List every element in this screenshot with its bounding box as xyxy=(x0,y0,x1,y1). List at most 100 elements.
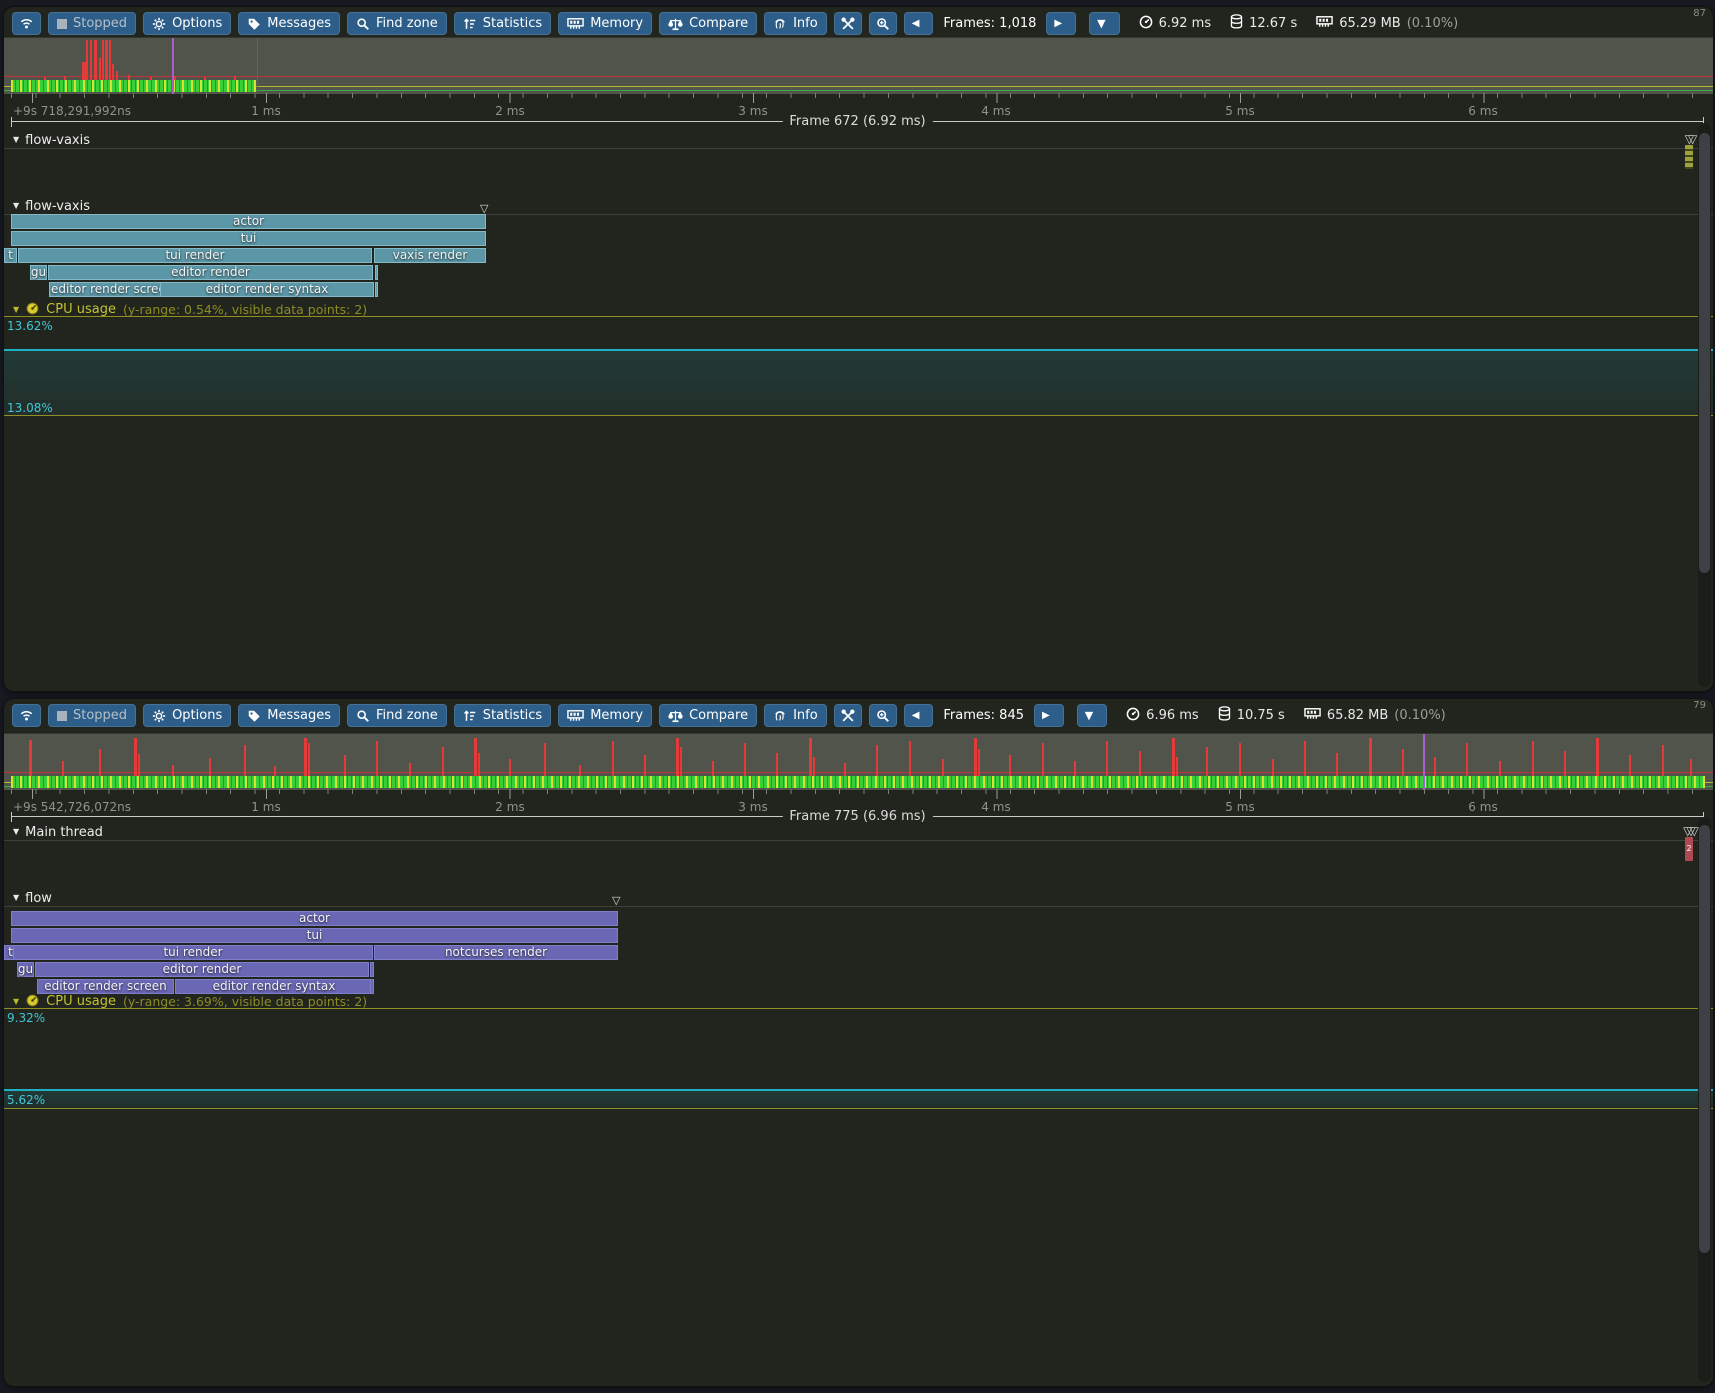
marker-triangles-icon xyxy=(1685,826,1693,836)
zone-sliver[interactable] xyxy=(370,962,374,977)
zone-editor-render-screen[interactable]: editor render screen xyxy=(49,282,161,297)
options-button[interactable]: Options xyxy=(143,12,231,35)
zone-notcurses-render[interactable]: notcurses render xyxy=(374,945,618,960)
zone-vaxis-render[interactable]: vaxis render xyxy=(374,248,486,263)
options-button[interactable]: Options xyxy=(143,704,231,727)
thread-header-1[interactable]: Main thread xyxy=(4,825,1713,841)
thread-header-1[interactable]: flow-vaxis xyxy=(4,133,1713,149)
collapse-triangle-icon xyxy=(13,891,19,906)
cpu-usage-graph[interactable]: 9.32% 5.62% xyxy=(4,1008,1713,1109)
zone-editor-render-syntax[interactable]: editor render syntax xyxy=(175,979,373,994)
cpu-usage-header[interactable]: CPU usage (y-range: 0.54%, visible data … xyxy=(4,303,1713,316)
marker-badge[interactable] xyxy=(1685,145,1693,169)
fps-corner-number: 87 xyxy=(1693,8,1706,19)
zone-sliver[interactable] xyxy=(375,265,378,280)
next-frame-button[interactable] xyxy=(1034,704,1064,727)
frame-time-graph[interactable] xyxy=(4,37,1713,94)
info-button[interactable]: Info xyxy=(764,12,827,35)
collapse-triangle-icon xyxy=(13,825,19,840)
scrollbar-thumb[interactable] xyxy=(1699,133,1710,573)
frame-cursor-purple xyxy=(1423,734,1425,790)
slow-frame-spike xyxy=(644,755,646,776)
zone-tui[interactable]: tui xyxy=(11,231,486,246)
magnifier-plus-icon xyxy=(876,709,890,723)
frame-marker-line[interactable]: Frame 775 (6.96 ms) xyxy=(11,810,1704,824)
compare-button[interactable]: Compare xyxy=(659,12,757,35)
zone-sliver[interactable] xyxy=(370,979,374,994)
frame-end-marker-icon: ▽ xyxy=(480,203,488,214)
zone-actor[interactable]: actor xyxy=(11,911,618,926)
tools-button[interactable] xyxy=(834,12,862,35)
scrollbar[interactable] xyxy=(1698,123,1711,687)
zone-gu[interactable]: gu xyxy=(30,265,47,280)
zone-tui-render[interactable]: tui render xyxy=(13,945,373,960)
cpu-usage-header[interactable]: CPU usage (y-range: 3.69%, visible data … xyxy=(4,995,1713,1008)
zone-editor-render[interactable]: editor render xyxy=(35,962,369,977)
zone-tui-render[interactable]: tui render xyxy=(18,248,372,263)
capture-time-stat: 10.75 s xyxy=(1218,706,1285,725)
zoom-button[interactable] xyxy=(869,704,897,727)
toolbar: Stopped Options Messages Find zone Stati… xyxy=(12,702,1446,729)
frame-image-markers[interactable]: 2 xyxy=(1685,826,1693,861)
marker-badge[interactable]: 2 xyxy=(1685,837,1693,861)
slow-frame-spike xyxy=(1336,753,1338,776)
connection-button[interactable] xyxy=(12,12,41,35)
zone-editor-render[interactable]: editor render xyxy=(48,265,373,280)
zone-tui[interactable]: tui xyxy=(11,928,618,943)
thread-header-2[interactable]: flow-vaxis xyxy=(4,199,1713,215)
cpu-usage-graph[interactable]: 13.62% 13.08% xyxy=(4,316,1713,416)
next-frame-button[interactable] xyxy=(1046,12,1076,35)
slow-frame-spike xyxy=(1369,738,1372,776)
zone-gu[interactable]: gu xyxy=(17,962,34,977)
slow-frame-spike xyxy=(1239,743,1241,776)
messages-button[interactable]: Messages xyxy=(238,704,340,727)
goto-frame-button[interactable] xyxy=(1077,704,1107,727)
compare-button[interactable]: Compare xyxy=(659,704,757,727)
slow-frame-spike xyxy=(876,745,878,776)
zone-sliver[interactable] xyxy=(375,282,378,297)
slow-frame-spike xyxy=(150,77,152,80)
zone-t[interactable]: t xyxy=(4,248,17,263)
thread-header-2[interactable]: flow xyxy=(4,891,1713,907)
slow-frame-spike xyxy=(94,40,97,80)
slow-frame-spike xyxy=(1596,738,1599,776)
slow-frame-spike xyxy=(86,40,88,80)
target-line-red xyxy=(4,772,1713,773)
goto-frame-button[interactable] xyxy=(1089,12,1119,35)
slow-frame-spike xyxy=(1690,759,1692,776)
slow-frame-spike xyxy=(1206,747,1208,776)
desktop: { "toolbar": { "stop": "Stopped", "optio… xyxy=(0,0,1715,1393)
frame-time-graph[interactable] xyxy=(4,733,1713,790)
zone-editor-render-screen[interactable]: editor render screen xyxy=(37,979,174,994)
frame-image-markers[interactable] xyxy=(1685,134,1693,169)
connection-button[interactable] xyxy=(12,704,41,727)
slow-frame-spike xyxy=(102,40,104,80)
stop-icon xyxy=(57,19,67,29)
zoom-button[interactable] xyxy=(869,12,897,35)
collapse-triangle-icon xyxy=(13,303,19,317)
frame-marker-line[interactable]: Frame 672 (6.92 ms) xyxy=(11,115,1704,129)
tools-button[interactable] xyxy=(834,704,862,727)
cpu-usage-line xyxy=(4,349,1713,415)
messages-button[interactable]: Messages xyxy=(238,12,340,35)
cpu-min-label: 5.62% xyxy=(7,1093,45,1107)
zone-actor[interactable]: actor xyxy=(11,214,486,229)
slow-frame-spike xyxy=(1172,738,1175,776)
prev-frame-button[interactable] xyxy=(904,704,934,727)
stop-button[interactable]: Stopped xyxy=(48,704,136,727)
statistics-button[interactable]: Statistics xyxy=(454,12,551,35)
zone-editor-render-syntax[interactable]: editor render syntax xyxy=(160,282,374,297)
find-zone-button[interactable]: Find zone xyxy=(347,704,447,727)
memory-button[interactable]: Memory xyxy=(558,12,652,35)
prev-frame-button[interactable] xyxy=(904,12,934,35)
scrollbar-thumb[interactable] xyxy=(1699,825,1710,1253)
statistics-button[interactable]: Statistics xyxy=(454,704,551,727)
slow-frame-spike xyxy=(942,759,944,776)
memory-button[interactable]: Memory xyxy=(558,704,652,727)
scrollbar[interactable] xyxy=(1698,817,1711,1382)
find-zone-button[interactable]: Find zone xyxy=(347,12,447,35)
tag-icon xyxy=(247,17,261,31)
info-button[interactable]: Info xyxy=(764,704,827,727)
tag-icon xyxy=(247,709,261,723)
stop-button[interactable]: Stopped xyxy=(48,12,136,35)
